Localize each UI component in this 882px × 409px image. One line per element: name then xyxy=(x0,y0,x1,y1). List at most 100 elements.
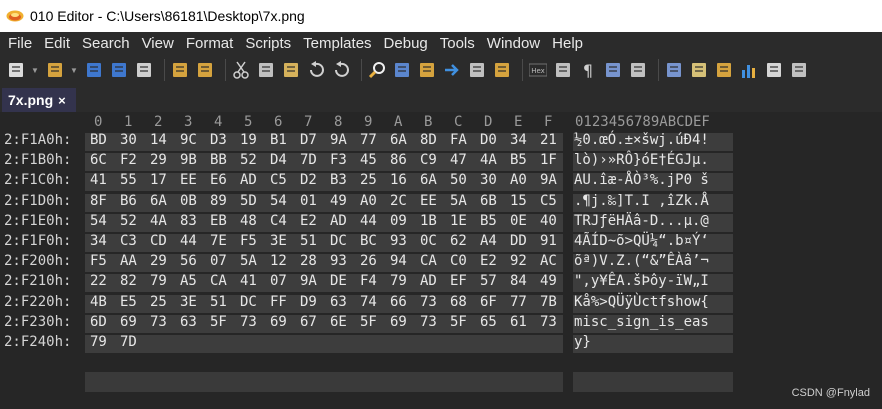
ascii-row[interactable]: .¶j.‰]T.I ,îZk.Å xyxy=(574,193,709,209)
ascii-row[interactable]: TRJƒëHÄâ-D...µ.@ xyxy=(574,213,709,229)
hex-byte[interactable]: F5 xyxy=(240,233,257,249)
hex-byte[interactable]: 4A xyxy=(480,152,497,168)
hex-byte[interactable]: 9A xyxy=(300,273,317,289)
open-project-icon[interactable] xyxy=(170,60,190,80)
hex-byte[interactable]: EB xyxy=(210,213,227,229)
hex-byte[interactable]: 25 xyxy=(360,172,377,188)
ascii-row[interactable]: lò)›»RÔ}óE†ÉGJµ. xyxy=(574,152,709,168)
hex-byte[interactable]: AC xyxy=(540,253,557,269)
hex-byte[interactable]: 5A xyxy=(450,193,467,209)
hex-byte[interactable]: 45 xyxy=(360,152,377,168)
hex-byte[interactable]: E2 xyxy=(480,253,497,269)
hex-byte[interactable]: EF xyxy=(450,273,467,289)
ascii-row[interactable]: "‚y¥ÊA.šÞôy-ïW„I xyxy=(574,273,709,289)
script-icon[interactable] xyxy=(492,60,512,80)
hex-byte[interactable]: 41 xyxy=(90,172,107,188)
hex-byte[interactable]: 93 xyxy=(330,253,347,269)
menu-scripts[interactable]: Scripts xyxy=(239,35,297,52)
hex-byte[interactable]: 56 xyxy=(180,253,197,269)
hex-byte[interactable]: AA xyxy=(120,253,137,269)
paste-icon[interactable] xyxy=(281,60,301,80)
hex-byte[interactable]: 52 xyxy=(120,213,137,229)
hex-byte[interactable]: 68 xyxy=(450,294,467,310)
hex-byte[interactable]: 77 xyxy=(510,294,527,310)
hex-byte[interactable]: 34 xyxy=(90,233,107,249)
hex-byte[interactable]: C9 xyxy=(420,152,437,168)
hex-byte[interactable]: 1E xyxy=(450,213,467,229)
hex-byte[interactable]: 92 xyxy=(510,253,527,269)
hex-byte[interactable]: 19 xyxy=(240,132,257,148)
hex-byte[interactable]: 34 xyxy=(510,132,527,148)
hex-byte[interactable]: DE xyxy=(330,273,347,289)
hex-byte[interactable]: 6A xyxy=(420,172,437,188)
ascii-row[interactable]: 4ÃÍD~õ>QÜ¼“.b¤Ý‘ xyxy=(574,233,709,249)
hex-byte[interactable]: 7D xyxy=(300,152,317,168)
ascii-row[interactable]: AU.îæ-ÅÒ³%.jP0 š xyxy=(574,172,709,188)
replace-icon[interactable] xyxy=(392,60,412,80)
tab-close-button[interactable]: × xyxy=(58,93,66,108)
menu-file[interactable]: File xyxy=(2,35,38,52)
hex-byte[interactable]: FF xyxy=(270,294,287,310)
hex-byte[interactable]: 83 xyxy=(180,213,197,229)
hex-byte[interactable]: 30 xyxy=(120,132,137,148)
hex-byte[interactable]: A0 xyxy=(510,172,527,188)
hex-byte[interactable]: CA xyxy=(420,253,437,269)
hex-byte[interactable]: F5 xyxy=(90,253,107,269)
hex-byte[interactable]: 17 xyxy=(150,172,167,188)
hex-byte[interactable]: 6E xyxy=(330,314,347,330)
hex-byte[interactable]: 07 xyxy=(210,253,227,269)
hex-byte[interactable]: 9A xyxy=(540,172,557,188)
hex-byte[interactable]: 55 xyxy=(120,172,137,188)
hex-byte[interactable]: 6A xyxy=(390,132,407,148)
hex-byte[interactable]: 07 xyxy=(270,273,287,289)
find-in-files-icon[interactable] xyxy=(417,60,437,80)
hex-byte[interactable]: 52 xyxy=(240,152,257,168)
hex-mode-icon[interactable]: Hex xyxy=(528,60,548,80)
hex-byte[interactable]: A4 xyxy=(480,233,497,249)
hex-byte[interactable]: 94 xyxy=(390,253,407,269)
text-mode-icon[interactable] xyxy=(553,60,573,80)
hex-byte[interactable]: D2 xyxy=(300,172,317,188)
hex-byte[interactable]: 91 xyxy=(540,233,557,249)
hex-byte[interactable]: 8D xyxy=(420,132,437,148)
templates-icon[interactable] xyxy=(467,60,487,80)
hex-byte[interactable]: 8F xyxy=(90,193,107,209)
hex-byte[interactable]: 49 xyxy=(540,273,557,289)
hex-byte[interactable]: 69 xyxy=(270,314,287,330)
compare-icon[interactable] xyxy=(714,60,734,80)
hex-byte[interactable]: D3 xyxy=(210,132,227,148)
hex-byte[interactable]: 4A xyxy=(150,213,167,229)
hex-byte[interactable]: F2 xyxy=(120,152,137,168)
save-all-icon[interactable] xyxy=(109,60,129,80)
ascii-row[interactable]: y} xyxy=(574,334,591,350)
hex-byte[interactable]: 15 xyxy=(510,193,527,209)
hex-byte[interactable]: C3 xyxy=(120,233,137,249)
hex-byte[interactable]: AD xyxy=(330,213,347,229)
calculator-icon[interactable] xyxy=(664,60,684,80)
copy-icon[interactable] xyxy=(256,60,276,80)
hex-byte[interactable]: 6F xyxy=(480,294,497,310)
hex-byte[interactable]: 73 xyxy=(420,314,437,330)
hex-byte[interactable]: B5 xyxy=(510,152,527,168)
hex-byte[interactable]: EE xyxy=(180,172,197,188)
hex-byte[interactable]: 89 xyxy=(210,193,227,209)
tab-7x-png[interactable]: 7x.png × xyxy=(2,88,76,112)
hex-byte[interactable]: 0C xyxy=(420,233,437,249)
hex-byte[interactable]: 79 xyxy=(150,273,167,289)
hex-byte[interactable]: 12 xyxy=(270,253,287,269)
hex-byte[interactable]: 40 xyxy=(540,213,557,229)
hex-byte[interactable]: 51 xyxy=(210,294,227,310)
hex-byte[interactable]: 86 xyxy=(390,152,407,168)
check-icon[interactable] xyxy=(628,60,648,80)
hex-byte[interactable]: 69 xyxy=(390,314,407,330)
hex-byte[interactable]: D9 xyxy=(300,294,317,310)
hex-byte[interactable]: C5 xyxy=(270,172,287,188)
hex-byte[interactable]: 29 xyxy=(150,152,167,168)
hex-byte[interactable]: 48 xyxy=(240,213,257,229)
hex-byte[interactable]: 79 xyxy=(90,334,107,350)
hex-byte[interactable]: 5F xyxy=(360,314,377,330)
hex-byte[interactable]: 16 xyxy=(390,172,407,188)
hex-byte[interactable]: 0B xyxy=(180,193,197,209)
hex-byte[interactable]: D0 xyxy=(480,132,497,148)
hex-byte[interactable]: DC xyxy=(330,233,347,249)
